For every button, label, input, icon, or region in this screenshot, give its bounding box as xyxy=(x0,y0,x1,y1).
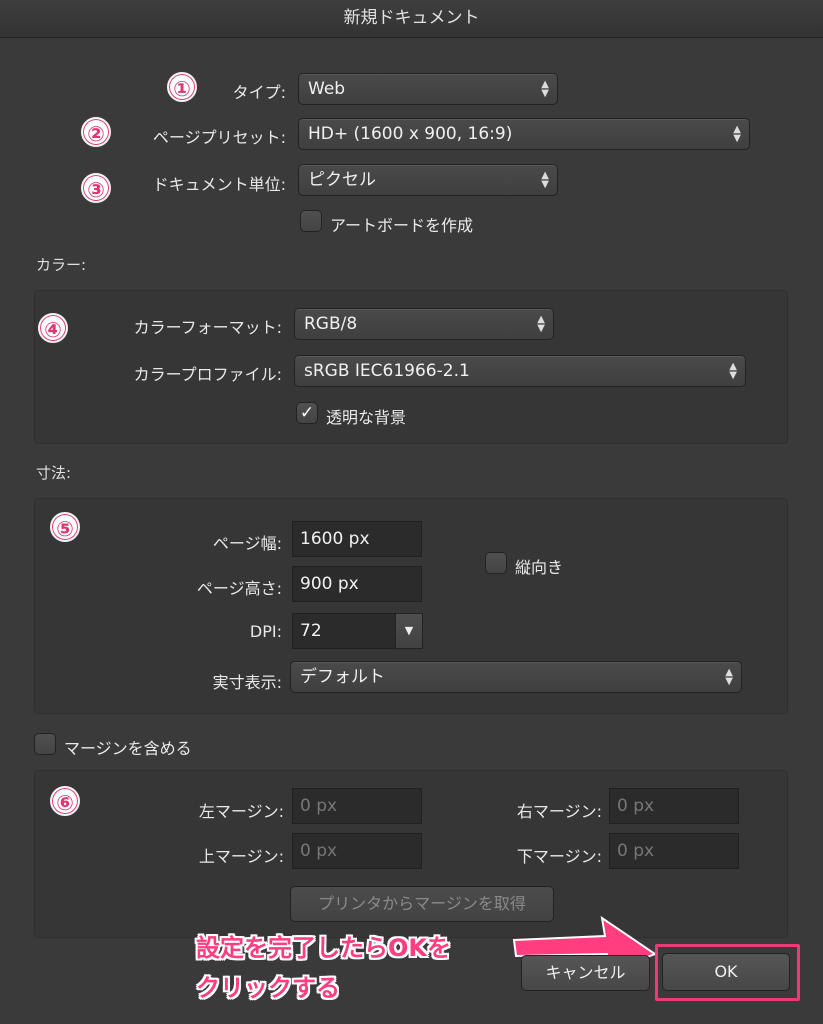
left-margin-input[interactable]: 0 px xyxy=(292,788,422,824)
dpi-input[interactable]: 72 xyxy=(292,613,396,649)
portrait-checkbox[interactable] xyxy=(485,552,507,574)
page-height-input[interactable]: 900 px xyxy=(292,566,422,602)
type-value: Web xyxy=(308,79,346,99)
top-margin-input[interactable]: 0 px xyxy=(292,833,422,869)
right-margin-input[interactable]: 0 px xyxy=(609,788,739,824)
bottom-margin-label: 下マージン: xyxy=(516,847,602,866)
updown-icon: ▲ ▼ xyxy=(537,314,545,334)
updown-icon: ▲ ▼ xyxy=(733,124,741,144)
display-size-select[interactable]: デフォルト ▲ ▼ xyxy=(290,661,742,693)
ok-button[interactable]: OK xyxy=(662,953,790,991)
preset-label: ページプリセット: xyxy=(152,128,286,147)
cancel-button[interactable]: キャンセル xyxy=(521,955,650,991)
step-badge-2: ② xyxy=(81,117,111,147)
step-badge-6: ⑥ xyxy=(50,786,80,816)
bottom-margin-input[interactable]: 0 px xyxy=(609,833,739,869)
type-select[interactable]: Web ▲ ▼ xyxy=(298,73,558,105)
color-format-value: RGB/8 xyxy=(304,314,358,334)
transparent-background-checkbox[interactable]: ✓ xyxy=(296,402,318,424)
portrait-label: 縦向き xyxy=(515,558,564,577)
dpi-dropdown-icon[interactable]: ▼ xyxy=(395,613,423,649)
step-badge-4: ④ xyxy=(38,313,68,343)
color-section-label: カラー: xyxy=(36,256,87,274)
color-profile-label: カラープロファイル: xyxy=(133,365,282,384)
display-size-value: デフォルト xyxy=(300,667,385,687)
color-profile-select[interactable]: sRGB IEC61966-2.1 ▲ ▼ xyxy=(294,355,746,387)
page-height-label: ページ高さ: xyxy=(196,579,282,598)
step-badge-1: ① xyxy=(167,72,197,102)
updown-icon: ▲ ▼ xyxy=(541,170,549,190)
annotation-line-2: クリックする xyxy=(196,974,340,1002)
left-margin-label: 左マージン: xyxy=(198,802,284,821)
step-badge-3: ③ xyxy=(81,173,111,203)
top-margin-label: 上マージン: xyxy=(198,847,284,866)
updown-icon: ▲ ▼ xyxy=(541,79,549,99)
dpi-label: DPI: xyxy=(249,622,282,641)
annotation-line-1: 設定を完了したらOKを xyxy=(196,934,451,962)
transparent-background-label: 透明な背景 xyxy=(326,408,407,427)
color-profile-value: sRGB IEC61966-2.1 xyxy=(304,361,470,381)
window-title: 新規ドキュメント xyxy=(0,0,823,38)
include-margins-checkbox[interactable] xyxy=(34,733,56,755)
color-format-select[interactable]: RGB/8 ▲ ▼ xyxy=(294,308,554,340)
preset-value: HD+ (1600 x 900, 16:9) xyxy=(308,124,513,144)
artboard-label: アートボードを作成 xyxy=(330,216,474,235)
include-margins-label: マージンを含める xyxy=(64,739,192,758)
step-badge-5: ⑤ xyxy=(50,512,80,542)
color-format-label: カラーフォーマット: xyxy=(133,318,282,337)
display-size-label: 実寸表示: xyxy=(212,673,282,692)
artboard-checkbox[interactable] xyxy=(300,210,322,232)
unit-label: ドキュメント単位: xyxy=(152,175,286,194)
page-width-input[interactable]: 1600 px xyxy=(292,521,422,557)
updown-icon: ▲ ▼ xyxy=(725,667,733,687)
type-label: タイプ: xyxy=(232,83,286,102)
preset-select[interactable]: HD+ (1600 x 900, 16:9) ▲ ▼ xyxy=(298,118,750,150)
dimensions-section-label: 寸法: xyxy=(36,464,72,482)
page-width-label: ページ幅: xyxy=(212,534,282,553)
unit-select[interactable]: ピクセル ▲ ▼ xyxy=(298,164,558,196)
right-margin-label: 右マージン: xyxy=(516,802,602,821)
unit-value: ピクセル xyxy=(308,170,376,190)
updown-icon: ▲ ▼ xyxy=(729,361,737,381)
